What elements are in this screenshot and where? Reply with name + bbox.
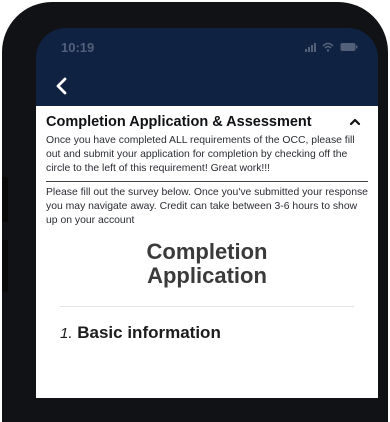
content-area: Completion Application & Assessment Once…	[36, 106, 378, 398]
section-title: Completion Application & Assessment	[46, 114, 312, 130]
phone-frame: 10:19 Completion Application & Assessmen…	[2, 2, 388, 422]
form-title: Completion Application	[46, 238, 368, 288]
volume-down-button	[2, 240, 8, 292]
status-bar: 10:19	[36, 28, 378, 68]
nav-bar	[36, 68, 378, 106]
battery-icon	[340, 42, 358, 52]
section-header[interactable]: Completion Application & Assessment	[46, 114, 368, 130]
form-rule	[60, 305, 354, 307]
divider	[46, 181, 368, 183]
wifi-icon	[322, 42, 334, 52]
status-time: 10:19	[61, 40, 95, 55]
survey-note: Please fill out the survey below. Once y…	[46, 187, 368, 226]
question-heading: 1. Basic information	[60, 323, 368, 343]
volume-up-button	[2, 177, 8, 222]
signal-icon	[305, 42, 316, 52]
question-label: Basic information	[77, 322, 221, 342]
section-intro: Once you have completed ALL requirements…	[46, 135, 355, 174]
chevron-up-icon[interactable]	[348, 115, 362, 129]
form-title-line1: Completion	[146, 238, 268, 264]
form-title-line2: Application	[147, 262, 267, 288]
status-icons	[305, 42, 358, 52]
phone-screen: 10:19 Completion Application & Assessmen…	[36, 28, 378, 398]
question-number: 1.	[60, 324, 73, 342]
back-chevron-icon[interactable]	[52, 76, 72, 96]
